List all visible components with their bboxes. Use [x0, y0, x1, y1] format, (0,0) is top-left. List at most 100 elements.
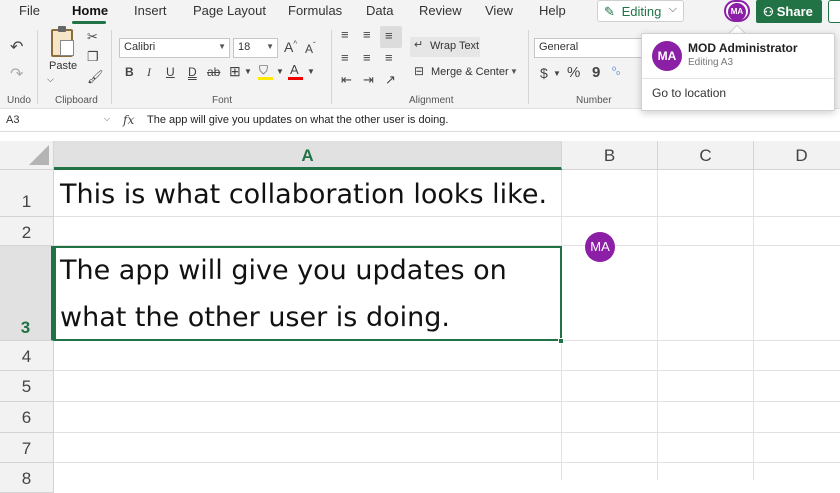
chevron-down-icon[interactable]: ▼	[276, 67, 284, 76]
group-label-alignment: Alignment	[409, 95, 454, 106]
row-header-8[interactable]: 8	[0, 463, 54, 493]
undo-icon[interactable]: ↶	[10, 37, 23, 57]
borders-icon[interactable]: ⊞	[229, 63, 241, 80]
column-header-c[interactable]: C	[658, 141, 754, 170]
row-header-2[interactable]: 2	[0, 217, 54, 246]
font-name-value: Calibri	[124, 41, 156, 53]
align-center-icon[interactable]: ≡	[363, 50, 371, 65]
align-bottom-button[interactable]: ≡	[380, 26, 402, 48]
group-label-number: Number	[576, 95, 612, 106]
font-size-value: 18	[238, 41, 251, 53]
insert-function-icon[interactable]: fx	[123, 113, 134, 127]
comments-button[interactable]	[828, 0, 840, 23]
column-header-b[interactable]: B	[562, 141, 658, 170]
format-painter-icon[interactable]: 🖌	[87, 69, 104, 85]
name-box[interactable]: A3 ⌵	[0, 110, 114, 132]
tab-insert[interactable]: Insert	[134, 3, 167, 18]
coauthor-presence-flag[interactable]: MA	[585, 232, 615, 262]
align-left-icon[interactable]: ≡	[341, 50, 349, 65]
paste-dropdown-icon[interactable]: ⌵	[47, 74, 54, 85]
row-header-4[interactable]: 4	[0, 341, 54, 371]
go-to-location-link[interactable]: Go to location	[652, 86, 726, 100]
font-size-dropdown[interactable]: 18 ▼	[233, 38, 278, 58]
tab-data[interactable]: Data	[366, 3, 393, 18]
tab-home[interactable]: Home	[72, 3, 108, 18]
gridline	[54, 370, 840, 371]
increase-decimal-icon[interactable]: ⁰₀	[612, 66, 620, 77]
orientation-icon[interactable]: ↗	[385, 72, 396, 88]
tab-view[interactable]: View	[485, 3, 513, 18]
underline-button[interactable]: U	[166, 65, 175, 79]
font-color-icon[interactable]: A	[288, 62, 304, 80]
tab-formulas[interactable]: Formulas	[288, 3, 342, 18]
cut-icon[interactable]: ✂	[87, 29, 98, 45]
group-separator	[331, 30, 332, 104]
row-header-3[interactable]: 3	[0, 246, 54, 341]
gridline	[54, 462, 840, 463]
merge-icon: ⊟	[414, 64, 425, 78]
row-header-6[interactable]: 6	[0, 402, 54, 433]
share-label: Share	[776, 4, 813, 19]
italic-button[interactable]: I	[147, 65, 151, 80]
coauthor-avatar-initials: MA	[728, 3, 746, 21]
editing-mode-button[interactable]: ✎ Editing ⌵	[597, 0, 684, 22]
align-top-icon[interactable]: ≡	[341, 27, 349, 42]
align-bottom-icon: ≡	[385, 28, 393, 43]
coauthor-status: Editing A3	[688, 57, 734, 68]
formula-input[interactable]: The app will give you updates on what th…	[147, 114, 448, 126]
tab-file[interactable]: File	[19, 3, 40, 18]
double-underline-button[interactable]: D	[188, 65, 197, 79]
gridline	[54, 401, 840, 402]
wrap-text-icon: ↵	[414, 39, 424, 51]
share-button[interactable]: ⚇ Share	[756, 0, 822, 23]
paste-icon[interactable]	[51, 26, 74, 57]
row-header-7[interactable]: 7	[0, 433, 54, 463]
percent-button[interactable]: %	[567, 64, 580, 81]
select-all-button[interactable]	[0, 141, 54, 170]
align-middle-icon[interactable]: ≡	[363, 27, 371, 42]
shrink-font-icon[interactable]: Aˇ	[305, 41, 316, 56]
row-header-5[interactable]: 5	[0, 371, 54, 402]
gridline	[54, 432, 840, 433]
font-name-dropdown[interactable]: Calibri ▼	[119, 38, 230, 58]
tab-page-layout[interactable]: Page Layout	[193, 3, 266, 18]
coauthor-name: MOD Administrator	[688, 41, 798, 55]
cell-a1[interactable]: This is what collaboration looks like.	[60, 179, 547, 210]
group-separator	[111, 30, 112, 104]
bold-button[interactable]: B	[125, 65, 134, 79]
coauthor-avatar: MA	[652, 41, 682, 71]
tab-help[interactable]: Help	[539, 3, 566, 18]
tab-review[interactable]: Review	[419, 3, 462, 18]
chevron-down-icon: ⌵	[668, 3, 677, 15]
number-format-dropdown[interactable]: General	[534, 38, 644, 58]
chevron-down-icon: ▼	[218, 42, 226, 51]
coauthor-avatar[interactable]: MA	[724, 0, 750, 22]
worksheet-grid: A B C D 1 2 3 4 5 6 7 8 This is what col…	[0, 141, 840, 493]
wrap-text-button[interactable]: ↵ Wrap Text	[410, 37, 480, 57]
comma-style-button[interactable]: 9	[592, 64, 600, 81]
row-header-1[interactable]: 1	[0, 170, 54, 217]
chevron-down-icon[interactable]: ▼	[244, 67, 252, 76]
decrease-indent-icon[interactable]: ⇤	[341, 72, 352, 88]
strikethrough-button[interactable]: ab	[207, 65, 220, 79]
gridline	[657, 170, 658, 480]
align-right-icon[interactable]: ≡	[385, 50, 393, 65]
redo-icon[interactable]: ↷	[10, 64, 23, 84]
column-header-d[interactable]: D	[754, 141, 840, 170]
paste-button-label[interactable]: Paste	[49, 60, 77, 72]
increase-indent-icon[interactable]: ⇥	[363, 72, 374, 88]
chevron-down-icon[interactable]: ▼	[553, 69, 561, 78]
grow-font-icon[interactable]: A^	[284, 39, 297, 55]
chevron-down-icon: ▼	[510, 67, 518, 76]
currency-button[interactable]: $	[540, 65, 548, 81]
fill-handle[interactable]	[558, 338, 564, 344]
group-label-undo: Undo	[7, 95, 31, 106]
copy-icon[interactable]: ❐	[87, 49, 99, 65]
chevron-down-icon: ▼	[266, 42, 274, 51]
chevron-down-icon[interactable]: ▼	[307, 67, 315, 76]
active-cell-outline	[54, 246, 562, 341]
fill-color-icon[interactable]: ⛉	[258, 63, 274, 80]
gridline	[753, 170, 754, 480]
column-header-a[interactable]: A	[54, 141, 562, 170]
merge-center-button[interactable]: ⊟ Merge & Center ▼	[410, 63, 520, 83]
